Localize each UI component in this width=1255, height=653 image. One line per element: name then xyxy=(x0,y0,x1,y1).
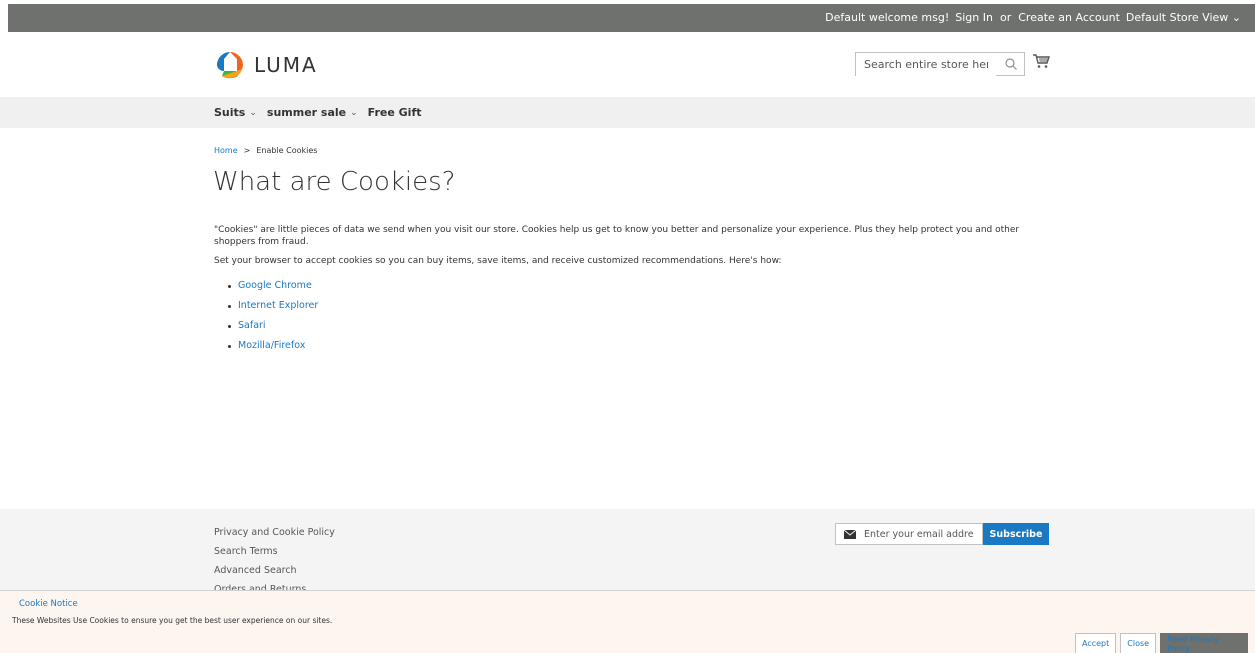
subscribe-button[interactable]: Subscribe xyxy=(983,523,1049,545)
welcome-message: Default welcome msg! xyxy=(825,11,950,24)
read-privacy-policy-button[interactable]: Read Privacy Policy xyxy=(1160,633,1249,653)
search-input[interactable] xyxy=(856,53,996,76)
browser-link-chrome[interactable]: Google Chrome xyxy=(238,280,312,292)
header-links: Default welcome msg! Sign In or Create a… xyxy=(825,11,1241,24)
nav-item-summer-sale[interactable]: summer sale ⌄ xyxy=(267,106,358,119)
nav-item-label: summer sale xyxy=(266,106,347,119)
browser-link-ie[interactable]: Internet Explorer xyxy=(238,300,318,312)
cookie-notice: Cookie Notice These Websites Use Cookies… xyxy=(0,590,1255,653)
bullet-icon xyxy=(228,284,231,288)
logo[interactable]: LUMA xyxy=(214,49,318,81)
newsletter-form: Subscribe xyxy=(835,523,1049,545)
breadcrumb-home-link[interactable]: Home xyxy=(214,146,238,155)
sign-in-link[interactable]: Sign In xyxy=(955,11,993,24)
accept-button[interactable]: Accept xyxy=(1075,633,1117,653)
page-content: "Cookies" are little pieces of data we s… xyxy=(214,224,1054,360)
cart-icon[interactable] xyxy=(1032,53,1050,69)
or-text: or xyxy=(999,11,1012,24)
bullet-icon xyxy=(228,324,231,328)
nav-item-suits[interactable]: Suits ⌄ xyxy=(214,106,257,119)
footer-link-search-terms[interactable]: Search Terms xyxy=(214,542,335,561)
chevron-down-icon: ⌄ xyxy=(1231,11,1241,24)
nav-item-label: Suits xyxy=(214,106,246,119)
nav-item-label: Free Gift xyxy=(367,106,422,119)
list-item: Internet Explorer xyxy=(228,300,1054,312)
list-item: Google Chrome xyxy=(228,280,1054,292)
browser-link-firefox[interactable]: Mozilla/Firefox xyxy=(238,340,305,352)
close-button[interactable]: Close xyxy=(1120,633,1157,653)
logo-text: LUMA xyxy=(254,53,318,77)
list-item: Safari xyxy=(228,320,1054,332)
list-item: Mozilla/Firefox xyxy=(228,340,1054,352)
intro-paragraph: "Cookies" are little pieces of data we s… xyxy=(214,225,1020,247)
footer-link-privacy[interactable]: Privacy and Cookie Policy xyxy=(214,523,335,542)
search-icon[interactable] xyxy=(1004,57,1018,71)
bullet-icon xyxy=(228,304,231,308)
breadcrumb: Home > Enable Cookies xyxy=(214,146,317,155)
luma-logo-icon xyxy=(217,52,243,79)
chevron-down-icon: ⌄ xyxy=(249,107,257,118)
newsletter-email-field xyxy=(835,523,983,545)
page-header: LUMA xyxy=(0,32,1255,96)
main-navigation: Suits ⌄ summer sale ⌄ Free Gift xyxy=(0,97,1255,128)
instructions-paragraph: Set your browser to accept cookies so yo… xyxy=(214,256,782,266)
browser-link-safari[interactable]: Safari xyxy=(238,320,266,332)
search-box xyxy=(855,52,1025,76)
nav-item-free-gift[interactable]: Free Gift xyxy=(368,106,422,119)
cookie-actions: Accept Close Read Privacy Policy xyxy=(1075,633,1249,653)
page-title: What are Cookies? xyxy=(213,167,456,197)
footer-links: Privacy and Cookie Policy Search Terms A… xyxy=(214,523,335,599)
create-account-link[interactable]: Create an Account xyxy=(1018,11,1120,24)
store-view-label: Default Store View xyxy=(1125,11,1229,24)
cookie-notice-title: Cookie Notice xyxy=(19,599,78,609)
footer-link-advanced-search[interactable]: Advanced Search xyxy=(214,561,335,580)
breadcrumb-current: Enable Cookies xyxy=(256,146,318,155)
store-view-switcher[interactable]: Default Store View ⌄ xyxy=(1126,11,1241,24)
top-bar: Default welcome msg! Sign In or Create a… xyxy=(8,4,1255,32)
envelope-icon xyxy=(844,529,856,539)
bullet-icon xyxy=(228,344,231,348)
browser-list: Google Chrome Internet Explorer Safari M… xyxy=(228,280,1054,352)
newsletter-email-input[interactable] xyxy=(864,528,974,540)
breadcrumb-separator: > xyxy=(243,146,251,155)
cookie-notice-text: These Websites Use Cookies to ensure you… xyxy=(12,616,333,625)
chevron-down-icon: ⌄ xyxy=(350,107,358,118)
